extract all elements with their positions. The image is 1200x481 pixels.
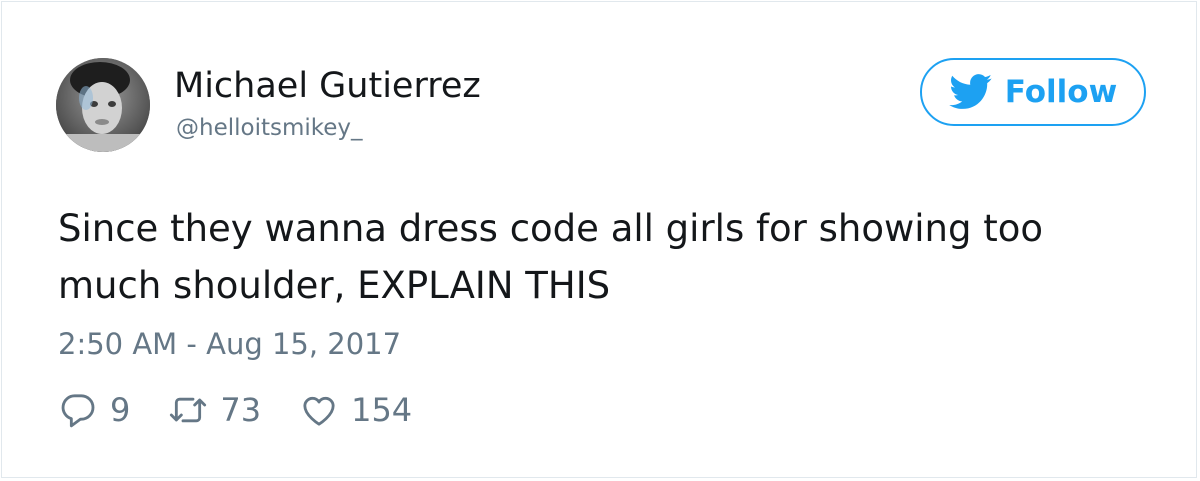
- like-count: 154: [351, 391, 413, 429]
- like-action[interactable]: 154: [299, 390, 412, 430]
- retweet-icon: [170, 397, 207, 423]
- author-display-name[interactable]: Michael Gutierrez: [174, 64, 481, 108]
- tweet-text: Since they wanna dress code all girls fo…: [58, 207, 1043, 307]
- tweet-actions: 9 73 154: [58, 388, 450, 432]
- avatar-photo: [56, 58, 150, 152]
- reply-action[interactable]: 9: [58, 390, 130, 430]
- follow-button[interactable]: Follow: [920, 58, 1146, 126]
- retweet-action[interactable]: 73: [168, 390, 261, 430]
- tweet-card: Michael Gutierrez @helloitsmikey_ Follow…: [1, 1, 1197, 478]
- retweet-count: 73: [220, 391, 262, 429]
- author-handle[interactable]: @helloitsmikey_: [176, 113, 363, 143]
- avatar[interactable]: [56, 58, 150, 152]
- reply-count: 9: [110, 391, 131, 429]
- twitter-bird-icon: [949, 74, 992, 109]
- tweet-timestamp[interactable]: 2:50 AM - Aug 15, 2017: [58, 324, 401, 364]
- reply-icon: [61, 394, 95, 428]
- heart-icon: [303, 396, 335, 426]
- follow-button-label: Follow: [1004, 74, 1118, 110]
